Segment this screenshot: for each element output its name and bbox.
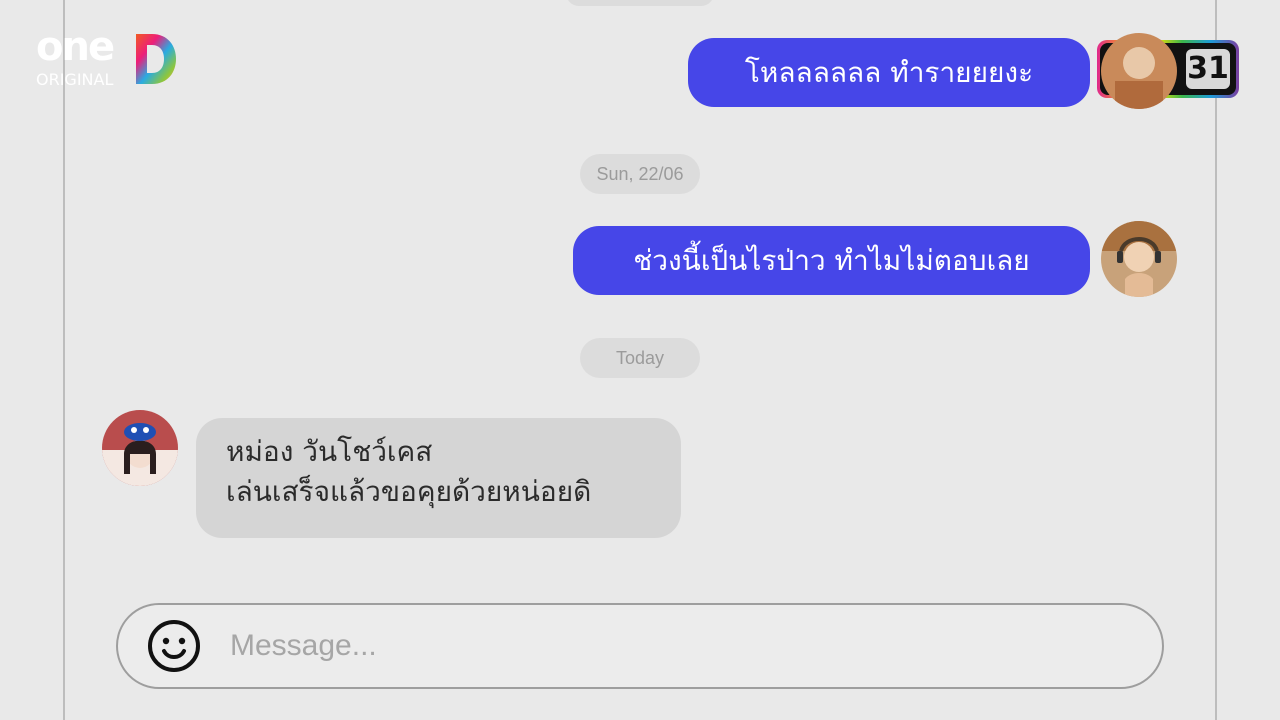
oned-original-logo: one ORIGINAL: [36, 24, 186, 94]
smiley-face-icon[interactable]: [146, 618, 202, 674]
message-composer: [116, 603, 1164, 689]
date-separator: Sun, 22/06: [580, 154, 700, 194]
message-text-line: เล่นเสร็จแล้วขอคุยด้วยหน่อยดิ: [226, 475, 592, 508]
date-separator-label: Sun, 22/06: [596, 163, 684, 184]
message-text: โหลลลลลล ทำรายยยงะ: [744, 55, 1034, 89]
contact-avatar[interactable]: [102, 410, 178, 486]
oned-logo-d-mark: [136, 34, 176, 84]
sent-message-bubble[interactable]: โหลลลลลล ทำรายยยงะ: [688, 38, 1090, 107]
frame-divider-right: [1215, 0, 1217, 720]
date-separator-partial: [566, 0, 714, 6]
date-separator-label: Today: [615, 347, 665, 368]
frame-divider-left: [63, 0, 65, 720]
sender-avatar[interactable]: [1101, 33, 1177, 109]
oned-logo-original-text: ORIGINAL: [36, 70, 114, 89]
date-separator: Today: [580, 338, 700, 378]
received-message-bubble[interactable]: หม่อง วันโชว์เคส เล่นเสร็จแล้วขอคุยด้วยห…: [196, 418, 681, 538]
sent-message-bubble[interactable]: ช่วงนี้เป็นไรป่าว ทำไมไม่ตอบเลย: [573, 226, 1090, 295]
message-text: ช่วงนี้เป็นไรป่าว ทำไมไม่ตอบเลย: [633, 243, 1030, 277]
oned-logo-one-text: one: [36, 24, 115, 70]
message-input[interactable]: [230, 621, 1110, 671]
one31-logo-number: 31: [1186, 49, 1230, 89]
message-text-line: หม่อง วันโชว์เคส: [226, 435, 433, 468]
sender-avatar[interactable]: [1101, 221, 1177, 297]
